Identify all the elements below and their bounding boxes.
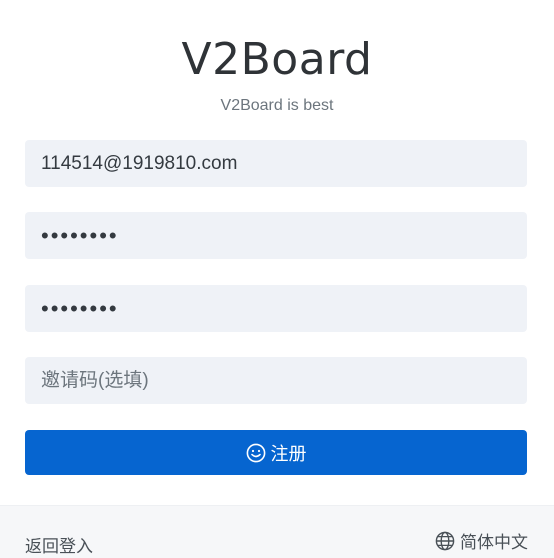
- register-button-label: 注册: [270, 443, 307, 465]
- language-switcher[interactable]: 简体中文: [435, 528, 528, 553]
- globe-icon: [435, 531, 455, 551]
- password-confirm-field[interactable]: [25, 285, 527, 332]
- register-card: V2Board V2Board is best 注册 返回登入: [0, 0, 554, 558]
- app-title: V2Board: [181, 34, 373, 85]
- footer: 返回登入 简体中文: [0, 505, 554, 558]
- app-subtitle: V2Board is best: [220, 97, 334, 114]
- email-field[interactable]: [25, 140, 527, 187]
- invite-code-field[interactable]: [25, 357, 527, 404]
- register-button[interactable]: 注册: [25, 430, 527, 475]
- password-field[interactable]: [25, 212, 527, 259]
- back-to-login-link[interactable]: 返回登入: [25, 532, 93, 557]
- smile-icon: [246, 443, 266, 463]
- language-label: 简体中文: [460, 533, 528, 553]
